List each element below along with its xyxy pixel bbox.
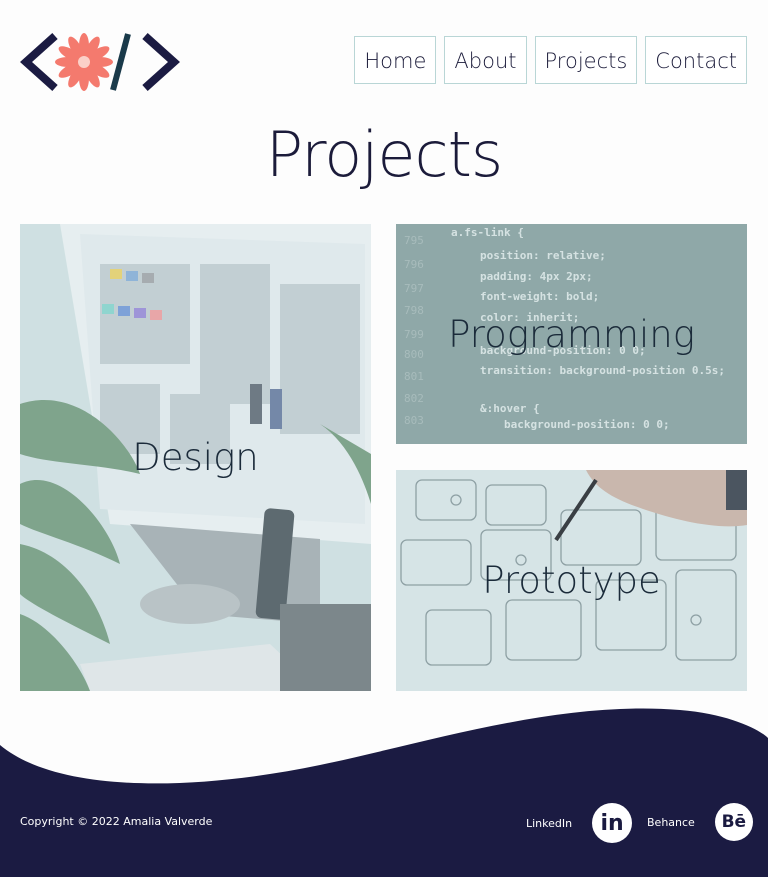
footer-wave [0, 708, 768, 877]
footer: Copyright © 2022 Amalia Valverde LinkedI… [0, 700, 768, 877]
linkedin-icon[interactable]: in [592, 803, 633, 843]
code-line: position: relative; [480, 249, 606, 262]
svg-text:797: 797 [404, 282, 424, 295]
flower-icon [55, 33, 113, 91]
svg-text:801: 801 [404, 370, 424, 383]
code-line: font-weight: bold; [480, 290, 599, 303]
linkedin-label[interactable]: LinkedIn [526, 817, 572, 830]
social-linkedin[interactable]: LinkedIn in [526, 803, 633, 843]
svg-text:795: 795 [404, 234, 424, 247]
project-card-design[interactable]: Design [20, 224, 371, 691]
svg-text:800: 800 [404, 348, 424, 361]
code-line: transition: background-position 0.5s; [480, 364, 725, 377]
main-nav: Home About Projects Contact [354, 36, 747, 84]
code-line: &:hover { [480, 402, 540, 415]
social-behance[interactable]: Behance Bē [647, 803, 753, 841]
code-line: padding: 4px 2px; [480, 270, 593, 283]
svg-text:803: 803 [404, 414, 424, 427]
behance-icon[interactable]: Bē [714, 803, 753, 841]
logo[interactable] [20, 30, 180, 94]
svg-text:798: 798 [404, 304, 424, 317]
nav-contact[interactable]: Contact [645, 36, 747, 84]
project-card-prototype[interactable]: Prototype [396, 470, 747, 691]
behance-label[interactable]: Behance [647, 816, 695, 829]
card-label-design: Design [132, 436, 259, 479]
card-label-prototype: Prototype [482, 559, 661, 602]
code-line: a.fs-link { [451, 226, 524, 239]
card-label-programming: Programming [448, 312, 695, 356]
copyright-text: Copyright © 2022 Amalia Valverde [20, 815, 213, 828]
nav-projects[interactable]: Projects [534, 36, 638, 84]
code-line: background-position: 0 0; [504, 418, 670, 431]
svg-text:799: 799 [404, 328, 424, 341]
nav-home[interactable]: Home [354, 36, 437, 84]
svg-text:796: 796 [404, 258, 424, 271]
nav-about[interactable]: About [444, 36, 527, 84]
svg-text:802: 802 [404, 392, 424, 405]
page-title: Projects [265, 118, 503, 191]
logo-icon [20, 33, 180, 91]
project-card-programming[interactable]: 795 796 797 798 799 800 801 802 803 a.fs-link … [396, 224, 747, 444]
